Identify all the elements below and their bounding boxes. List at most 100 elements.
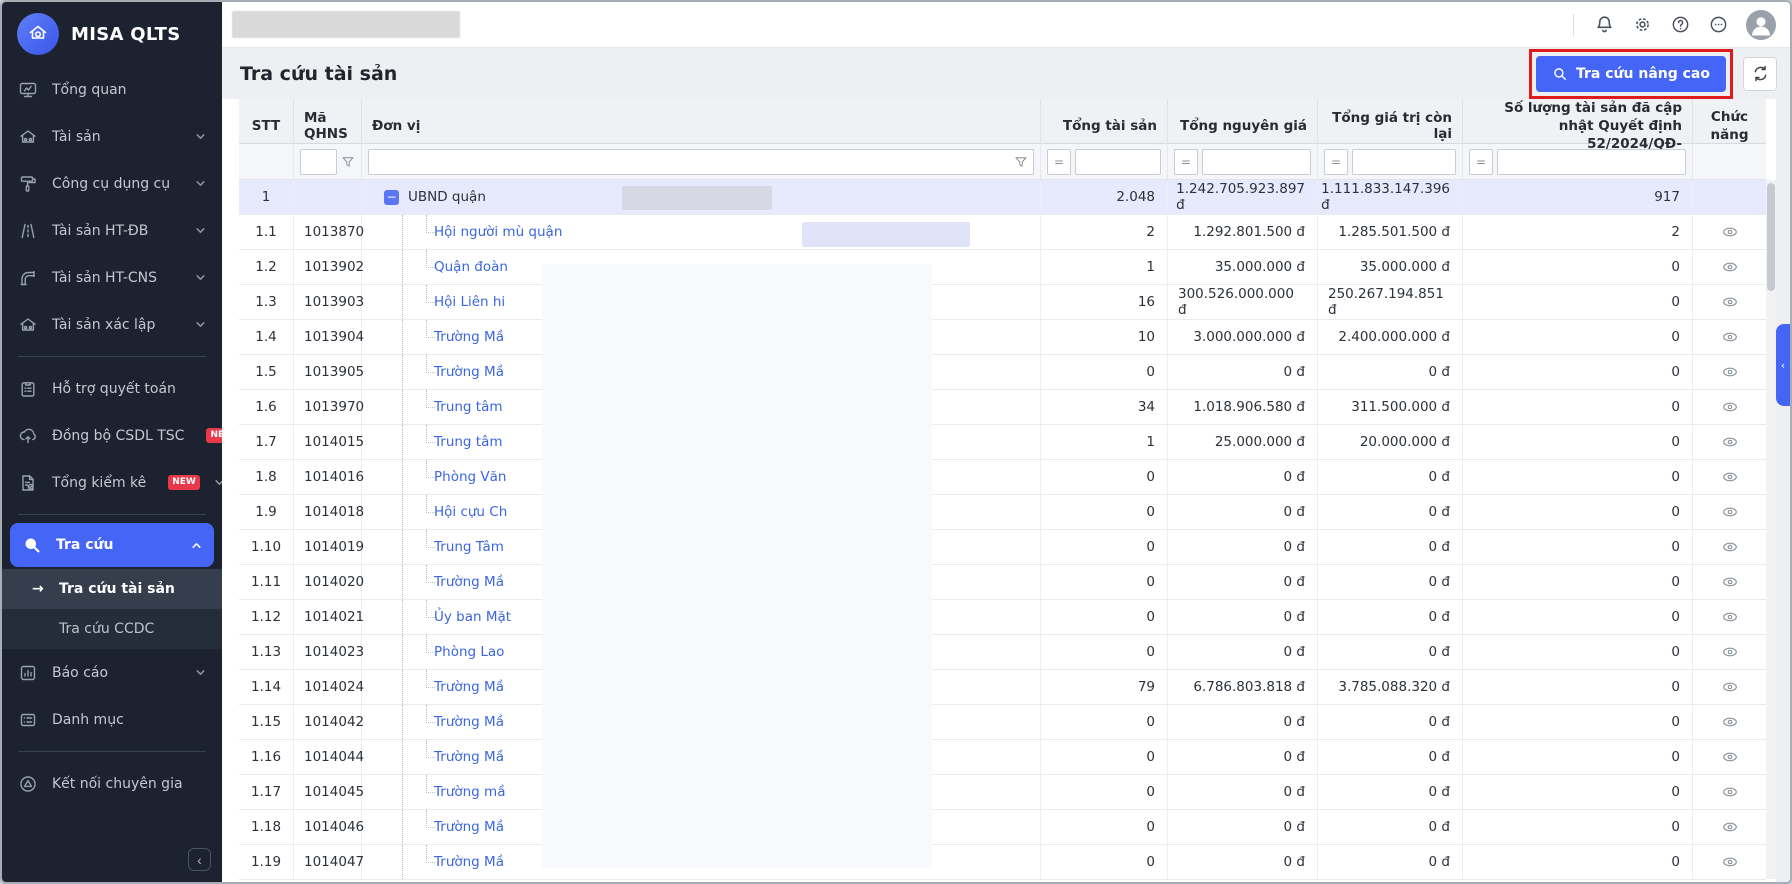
view-detail-eye-button[interactable] [1719,746,1741,768]
table-row[interactable]: 1.161014044Trường Mầ00 đ0 đ0 [239,740,1766,775]
table-row[interactable]: 1.151014042Trường Mầ00 đ0 đ0 [239,705,1766,740]
unit-link[interactable]: Hội người mù quận [434,224,562,240]
cell-stt: 1.9 [239,495,294,529]
view-detail-eye-button[interactable] [1719,501,1741,523]
sidebar-item-ho-tro-quyet-toan[interactable]: Hỗ trợ quyết toán [2,365,222,412]
filter-operator-dropdown[interactable]: = [1469,149,1493,175]
unit-link[interactable]: Trường Mầ [434,819,504,835]
table-row[interactable]: 1.141014024Trường Mầ796.786.803.818 đ3.7… [239,670,1766,705]
unit-link[interactable]: Phòng Lao [434,644,504,660]
sidebar-item-tong-kiem-ke[interactable]: Tổng kiểm kêNEW [2,459,222,506]
filter-gia-tri-con-lai-input[interactable] [1352,149,1456,175]
advanced-search-button[interactable]: Tra cứu nâng cao [1536,56,1726,92]
view-detail-eye-button[interactable] [1719,606,1741,628]
table-row[interactable]: 1.191014047Trường Mầ00 đ0 đ0 [239,845,1766,880]
filter-funnel-icon[interactable] [341,155,355,169]
unit-link[interactable]: Trường mầ [434,784,505,800]
sidebar-subitem-tra-cuu-tai-san[interactable]: →Tra cứu tài sản [2,569,222,609]
table-row[interactable]: 1.11013870Hội người mù quận21.292.801.50… [239,215,1766,250]
table-row[interactable]: 1.91014018Hội cựu Ch00 đ0 đ0 [239,495,1766,530]
table-row[interactable]: 1.111014020Trường Mầ00 đ0 đ0 [239,565,1766,600]
view-detail-eye-button[interactable] [1719,781,1741,803]
table-row[interactable]: 1.81014016Phòng Văn00 đ0 đ0 [239,460,1766,495]
filter-tong-nguyen-gia-input[interactable] [1202,149,1311,175]
unit-link[interactable]: Phòng Văn [434,469,506,485]
filter-funnel-icon[interactable] [1014,155,1028,169]
cell-ma-qhns: 1014015 [294,425,362,459]
unit-link[interactable]: Trung Tâm [434,539,504,555]
filter-don-vi-input[interactable] [368,149,1034,175]
settings-gear-icon[interactable] [1632,14,1653,35]
sidebar-item-ket-noi-chuyen-gia[interactable]: Kết nối chuyên gia [2,760,222,807]
user-avatar[interactable] [1746,10,1776,40]
table-row[interactable]: 1.121014021Ủy ban Mặt00 đ0 đ0 [239,600,1766,635]
unit-link[interactable]: Hội cựu Ch [434,504,507,520]
filter-operator-dropdown[interactable]: = [1324,149,1348,175]
table-row[interactable]: 1.41013904Trường Mầ103.000.000.000 đ2.40… [239,320,1766,355]
sidebar-item-bao-cao[interactable]: Báo cáo [2,649,222,696]
sidebar-collapse-button[interactable]: ‹ [188,848,211,871]
view-detail-eye-button[interactable] [1719,256,1741,278]
view-detail-eye-button[interactable] [1719,536,1741,558]
unit-link[interactable]: Trường Mầ [434,364,504,380]
more-options-icon[interactable] [1708,14,1729,35]
unit-link[interactable]: Trường Mầ [434,329,504,345]
sidebar-item-tong-quan[interactable]: Tổng quan [2,66,222,113]
sidebar-item-dong-bo-csdl-tsc[interactable]: Đồng bộ CSDL TSCNEW [2,412,222,459]
vertical-scrollbar-thumb[interactable] [1767,183,1775,291]
view-detail-eye-button[interactable] [1719,396,1741,418]
unit-link[interactable]: Trường Mầ [434,679,504,695]
help-icon[interactable] [1670,14,1691,35]
refresh-button[interactable] [1743,57,1777,91]
sidebar-item-tai-san[interactable]: Tài sản [2,113,222,160]
notification-bell-icon[interactable] [1594,14,1615,35]
view-detail-eye-button[interactable] [1719,571,1741,593]
table-row[interactable]: 1.61013970Trung tâm341.018.906.580 đ311.… [239,390,1766,425]
app-logo[interactable]: MISA QLTS [2,2,222,66]
table-row[interactable]: 1.31013903Hội Liên hi16300.526.000.000 đ… [239,285,1766,320]
table-row[interactable]: 1−UBND quận2.0481.242.705.923.897 đ1.111… [239,180,1766,215]
sidebar-subitem-tra-cuu-ccdc[interactable]: Tra cứu CCDC [2,609,222,649]
table-row[interactable]: 1.171014045Trường mầ00 đ0 đ0 [239,775,1766,810]
collapse-node-icon[interactable]: − [384,190,399,205]
view-detail-eye-button[interactable] [1719,641,1741,663]
unit-link[interactable]: Trường Mầ [434,574,504,590]
unit-link[interactable]: Hội Liên hi [434,294,505,310]
view-detail-eye-button[interactable] [1719,851,1741,873]
table-row[interactable]: 1.71014015Trung tâm125.000.000 đ20.000.0… [239,425,1766,460]
view-detail-eye-button[interactable] [1719,711,1741,733]
view-detail-eye-button[interactable] [1719,431,1741,453]
filter-ma-qhns-input[interactable] [300,149,337,175]
table-row[interactable]: 1.21013902Quận đoàn135.000.000 đ35.000.0… [239,250,1766,285]
table-row[interactable]: 1.131014023Phòng Lao00 đ0 đ0 [239,635,1766,670]
filter-tong-tai-san-input[interactable] [1075,149,1161,175]
view-detail-eye-button[interactable] [1719,326,1741,348]
sidebar-item-tai-san-ht-db[interactable]: Tài sản HT-ĐB [2,207,222,254]
unit-link[interactable]: Trường Mầ [434,714,504,730]
unit-link[interactable]: Trung tâm [434,434,503,450]
view-detail-eye-button[interactable] [1719,221,1741,243]
cell-chuc-nang [1693,180,1766,214]
unit-link[interactable]: Trường Mầ [434,854,504,870]
filter-operator-dropdown[interactable]: = [1047,149,1071,175]
view-detail-eye-button[interactable] [1719,816,1741,838]
unit-link[interactable]: Trường Mầ [434,749,504,765]
table-row[interactable]: 1.181014046Trường Mầ00 đ0 đ0 [239,810,1766,845]
filter-operator-dropdown[interactable]: = [1174,149,1198,175]
unit-link[interactable]: Ủy ban Mặt [434,609,511,625]
view-detail-eye-button[interactable] [1719,291,1741,313]
sidebar-item-danh-muc[interactable]: Danh mục [2,696,222,743]
sidebar-item-tra-cuu[interactable]: Tra cứu [10,523,214,567]
unit-link[interactable]: Trung tâm [434,399,503,415]
view-detail-eye-button[interactable] [1719,466,1741,488]
unit-link[interactable]: Quận đoàn [434,259,508,275]
sidebar-item-cong-cu-dung-cu[interactable]: Công cụ dụng cụ [2,160,222,207]
filter-so-luong-input[interactable] [1497,149,1686,175]
table-row[interactable]: 1.51013905Trường Mầ00 đ0 đ0 [239,355,1766,390]
expand-panel-handle[interactable]: ‹ [1776,324,1790,406]
table-row[interactable]: 1.101014019Trung Tâm00 đ0 đ0 [239,530,1766,565]
view-detail-eye-button[interactable] [1719,676,1741,698]
view-detail-eye-button[interactable] [1719,361,1741,383]
sidebar-item-tai-san-ht-cns[interactable]: Tài sản HT-CNS [2,254,222,301]
sidebar-item-tai-san-xac-lap[interactable]: Tài sản xác lập [2,301,222,348]
